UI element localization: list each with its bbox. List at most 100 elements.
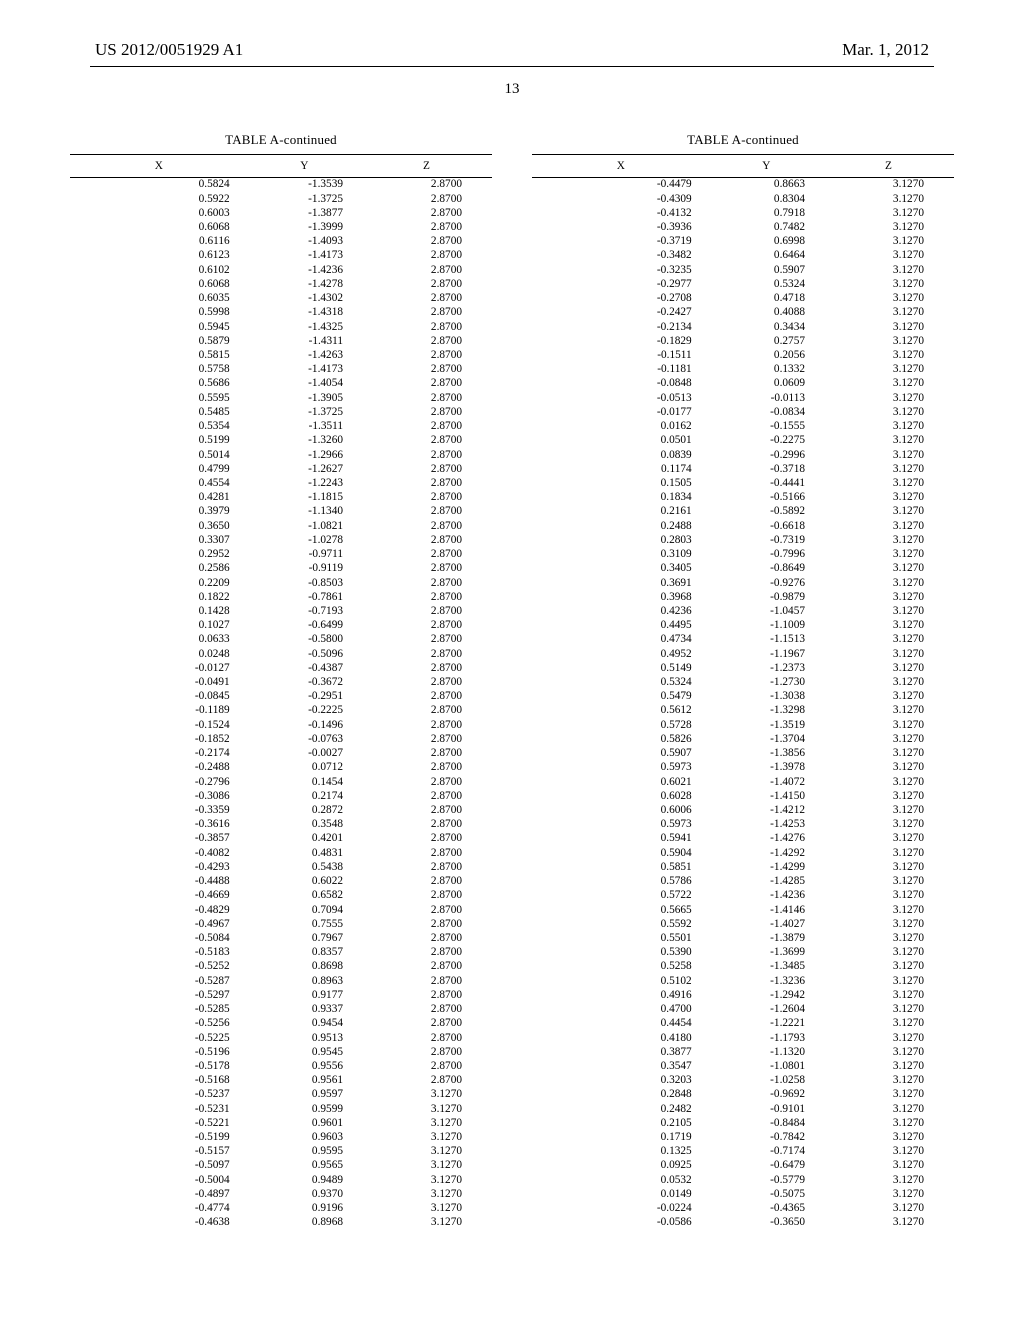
table-cell: -1.4253 [710,818,823,832]
table-cell: 3.1270 [823,946,954,960]
table-row: -0.52310.95993.1270 [70,1102,492,1116]
table-row: -0.51990.96033.1270 [70,1131,492,1145]
table-row: 0.5973-1.42533.1270 [532,818,954,832]
table-row: 0.2482-0.91013.1270 [532,1102,954,1116]
table-row: -0.15110.20563.1270 [532,349,954,363]
table-row: 0.6006-1.42123.1270 [532,804,954,818]
table-cell: -0.4365 [710,1202,823,1216]
table-cell: -0.1829 [532,334,710,348]
table-row: 0.0839-0.29963.1270 [532,448,954,462]
table-row: -0.41320.79183.1270 [532,206,954,220]
table-cell: 0.5851 [532,861,710,875]
table-row: 0.5973-1.39783.1270 [532,761,954,775]
table-cell: -1.3704 [710,733,823,747]
table-cell: -1.3856 [710,747,823,761]
table-row: 0.2105-0.84843.1270 [532,1116,954,1130]
table-row: -0.0586-0.36503.1270 [532,1216,954,1230]
table-cell: 2.8700 [361,832,492,846]
table-cell: -0.3719 [532,235,710,249]
table-cell: 2.8700 [361,605,492,619]
table-cell: -1.3038 [710,690,823,704]
table-row: 0.4799-1.26272.8700 [70,462,492,476]
table-cell: 0.3547 [532,1060,710,1074]
table-row: -0.52250.95132.8700 [70,1031,492,1045]
table-cell: 0.5945 [70,320,248,334]
table-cell: 0.2952 [70,548,248,562]
table-cell: 0.2161 [532,505,710,519]
table-cell: -1.4150 [710,789,823,803]
table-cell: -0.9879 [710,590,823,604]
table-cell: 0.5501 [532,932,710,946]
table-cell: -0.0586 [532,1216,710,1230]
table-cell: -0.4638 [70,1216,248,1230]
table-cell: 2.8700 [361,718,492,732]
table-cell: -0.8649 [710,562,823,576]
table-cell: 3.1270 [361,1088,492,1102]
table-row: -0.43090.83043.1270 [532,192,954,206]
table-cell: 0.3109 [532,548,710,562]
table-cell: -0.1852 [70,733,248,747]
table-cell: 0.2586 [70,562,248,576]
table-cell: -0.5800 [248,633,361,647]
table-row: 0.0501-0.22753.1270 [532,434,954,448]
table-row: 0.1325-0.71743.1270 [532,1145,954,1159]
table-row: 0.4454-1.22213.1270 [532,1017,954,1031]
table-cell: 3.1270 [823,875,954,889]
table-cell: 3.1270 [823,1216,954,1230]
table-cell: -1.4072 [710,775,823,789]
table-cell: 3.1270 [823,1159,954,1173]
table-row: 0.3307-1.02782.8700 [70,533,492,547]
table-cell: -0.3936 [532,221,710,235]
table-cell: -0.1555 [710,420,823,434]
table-cell: 2.8700 [361,804,492,818]
table-row: -0.24270.40883.1270 [532,306,954,320]
table-cell: 0.9601 [248,1116,361,1130]
table-cell: 3.1270 [823,818,954,832]
table-row: 0.0248-0.50962.8700 [70,647,492,661]
table-cell: 3.1270 [361,1145,492,1159]
table-row: -0.24880.07122.8700 [70,761,492,775]
table-cell: 0.8698 [248,960,361,974]
table-cell: -0.9276 [710,576,823,590]
table-row: 0.6028-1.41503.1270 [532,789,954,803]
table-cell: 2.8700 [361,861,492,875]
table-cell: 0.9489 [248,1173,361,1187]
table-cell: -1.2942 [710,988,823,1002]
table-cell: 3.1270 [823,1145,954,1159]
table-cell: -0.0848 [532,377,710,391]
table-cell: 2.8700 [361,1060,492,1074]
table-row: 0.2209-0.85032.8700 [70,576,492,590]
table-cell: 3.1270 [823,434,954,448]
table-cell: 2.8700 [361,349,492,363]
table-cell: -0.4387 [248,661,361,675]
table-cell: 0.1174 [532,462,710,476]
table-row: 0.2488-0.66183.1270 [532,519,954,533]
table-cell: 0.6116 [70,235,248,249]
col-header-y: Y [248,155,361,178]
table-cell: -1.1320 [710,1045,823,1059]
table-cell: 2.8700 [361,818,492,832]
table-row: -0.0224-0.43653.1270 [532,1202,954,1216]
table-cell: 0.6003 [70,206,248,220]
table-cell: 3.1270 [823,178,954,193]
table-cell: -1.1793 [710,1031,823,1045]
table-cell: 2.8700 [361,846,492,860]
table-cell: 2.8700 [361,249,492,263]
table-row: 0.5758-1.41732.8700 [70,363,492,377]
table-cell: -0.3616 [70,818,248,832]
table-cell: -0.7319 [710,533,823,547]
table-cell: -1.4054 [248,377,361,391]
table-cell: -0.2225 [248,704,361,718]
table-cell: 0.1505 [532,477,710,491]
table-header-row: X Y Z [532,155,954,178]
table-cell: 3.1270 [361,1202,492,1216]
table-cell: 2.8700 [361,533,492,547]
table-row: -0.1852-0.07632.8700 [70,733,492,747]
table-cell: -0.9711 [248,548,361,562]
table-cell: 0.6021 [532,775,710,789]
table-cell: 2.8700 [361,1074,492,1088]
table-cell: 2.8700 [361,178,492,193]
table-cell: -0.5096 [248,647,361,661]
table-row: -0.46690.65822.8700 [70,889,492,903]
table-cell: 2.8700 [361,733,492,747]
